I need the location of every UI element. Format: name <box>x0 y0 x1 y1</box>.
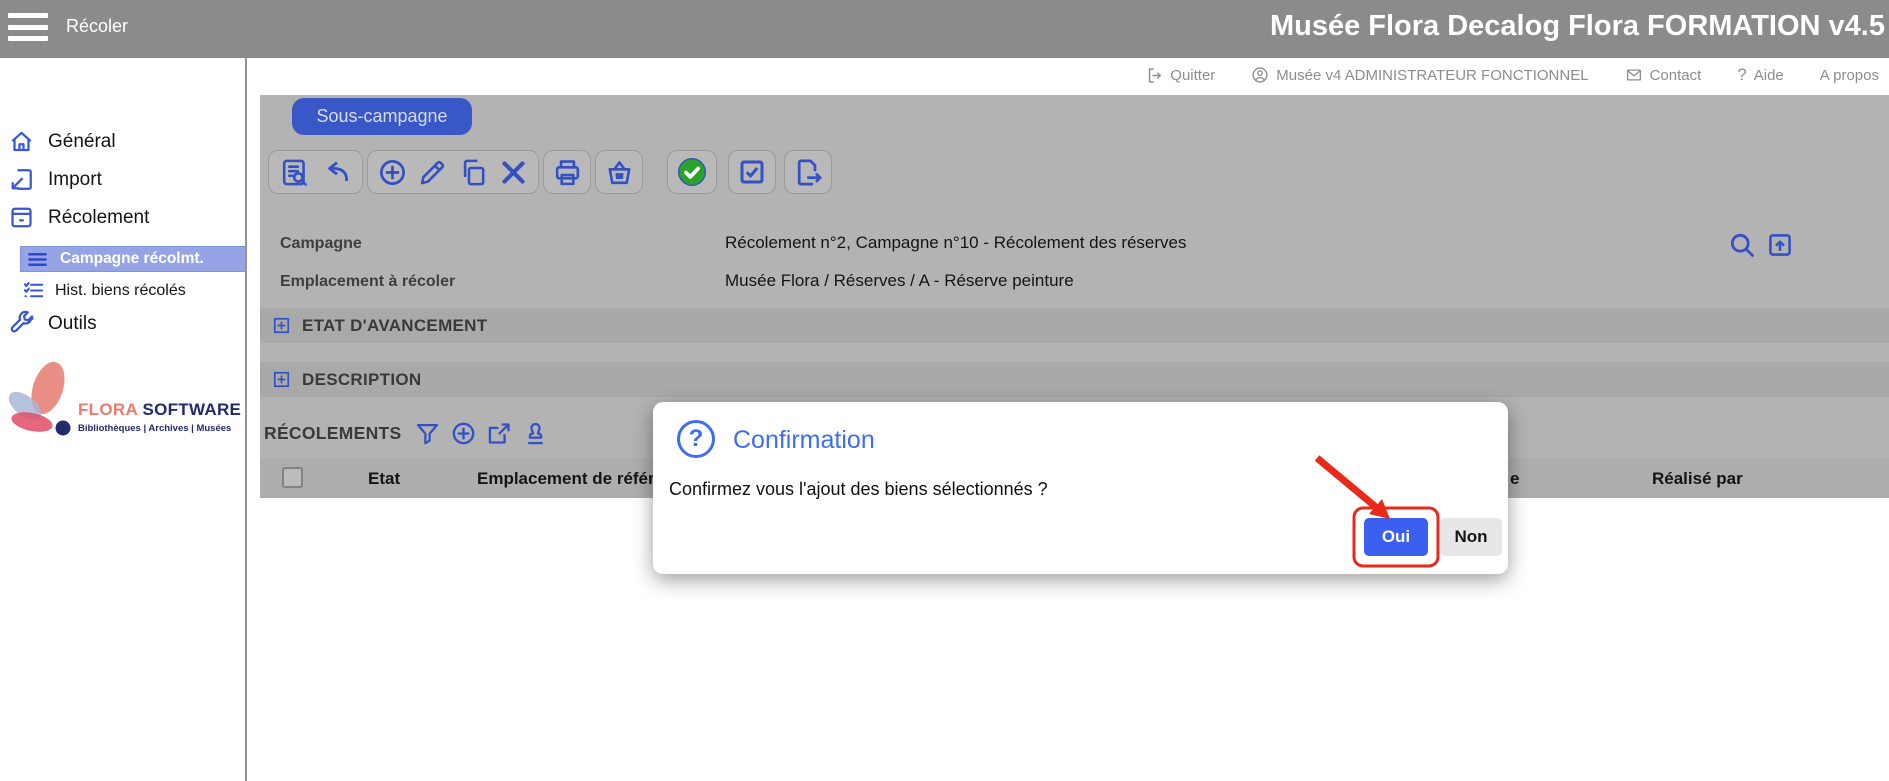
sidebar-item-hist-biens-recoles[interactable]: Hist. biens récolés <box>22 279 186 302</box>
toolbar-group-crud <box>367 150 539 194</box>
flora-flower-icon <box>4 358 82 448</box>
sidebar-item-outils[interactable]: Outils <box>8 310 97 337</box>
external-link-icon[interactable] <box>486 420 513 447</box>
contact-link[interactable]: Contact <box>1625 66 1702 84</box>
campagne-open-window-button[interactable] <box>1766 231 1794 264</box>
open-window-icon <box>1766 231 1794 259</box>
field-label-emplacement: Emplacement à récoler <box>280 273 455 291</box>
expand-plus-icon[interactable] <box>273 317 290 334</box>
print-icon <box>552 157 583 188</box>
dialog-message: Confirmez vous l'ajout des biens sélecti… <box>669 479 1048 500</box>
validate-green-check-icon <box>676 156 708 188</box>
toolbar-button-validate[interactable] <box>667 150 717 194</box>
section-title: ETAT D'AVANCEMENT <box>302 316 487 336</box>
confirmation-dialog: ? Confirmation Confirmez vous l'ajout de… <box>653 402 1508 574</box>
apropos-link[interactable]: A propos <box>1820 67 1879 84</box>
field-value-campagne: Récolement n°2, Campagne n°10 - Récoleme… <box>725 233 1187 253</box>
add-circle-icon[interactable] <box>450 420 477 447</box>
toolbar-group-search-undo <box>268 150 363 194</box>
column-header-fragment[interactable]: e <box>1510 469 1519 489</box>
sidebar-item-campagne-recolement[interactable]: Campagne récolmt. <box>20 246 246 272</box>
sidebar-item-label: Général <box>48 131 116 153</box>
list-search-icon[interactable] <box>279 157 310 188</box>
oui-button[interactable]: Oui <box>1364 518 1428 556</box>
section-description[interactable]: DESCRIPTION <box>260 362 1889 397</box>
top-links-bar: Quitter Musée v4 ADMINISTRATEUR FONCTION… <box>250 58 1889 92</box>
field-label-campagne: Campagne <box>280 235 362 253</box>
sidebar-item-label: Outils <box>48 313 97 335</box>
add-circle-icon[interactable] <box>377 157 408 188</box>
copy-icon[interactable] <box>458 157 489 188</box>
undo-icon[interactable] <box>321 157 352 188</box>
campagne-search-button[interactable] <box>1728 231 1756 264</box>
application-window: Récoler Musée Flora Decalog Flora FORMAT… <box>0 0 1889 781</box>
current-module-label: Récoler <box>66 16 128 37</box>
toolbar-button-checkbox[interactable] <box>728 150 776 194</box>
logo-brand-flora: FLORA <box>78 400 137 419</box>
apropos-label: A propos <box>1820 67 1879 84</box>
toolbar-button-basket[interactable] <box>595 150 643 194</box>
home-icon <box>8 128 35 155</box>
user-icon <box>1251 66 1269 84</box>
recolements-header: RÉCOLEMENTS <box>264 420 549 447</box>
sidebar-item-label: Import <box>48 169 102 191</box>
aide-link[interactable]: ? Aide <box>1737 65 1784 85</box>
edit-pencil-icon[interactable] <box>417 157 448 188</box>
tab-sous-campagne[interactable]: Sous-campagne <box>292 98 472 135</box>
archive-box-icon <box>8 204 35 231</box>
quitter-label: Quitter <box>1170 67 1215 84</box>
field-value-emplacement: Musée Flora / Réserves / A - Réserve pei… <box>725 271 1074 291</box>
filter-icon[interactable] <box>414 420 441 447</box>
delete-x-icon[interactable] <box>498 157 529 188</box>
sidebar-item-general[interactable]: Général <box>8 128 116 155</box>
toolbar-button-print[interactable] <box>543 150 591 194</box>
logo-brand-software: SOFTWARE <box>142 400 241 419</box>
column-header-etat[interactable]: Etat <box>368 469 400 489</box>
logo-wordmark: FLORA SOFTWARE <box>78 400 241 420</box>
expand-plus-icon[interactable] <box>273 371 290 388</box>
search-icon <box>1728 231 1756 259</box>
flora-software-logo: FLORA SOFTWARE Bibliothèques | Archives … <box>4 356 244 451</box>
section-etat-avancement[interactable]: ETAT D'AVANCEMENT <box>260 308 1889 343</box>
list-icon <box>26 248 49 271</box>
quitter-link[interactable]: Quitter <box>1146 67 1215 84</box>
window-title: Musée Flora Decalog Flora FORMATION v4.5 <box>1270 10 1885 43</box>
aide-label: Aide <box>1754 67 1784 84</box>
recolements-title: RÉCOLEMENTS <box>264 423 401 444</box>
sidebar-item-label: Hist. biens récolés <box>55 282 186 300</box>
import-icon <box>8 166 35 193</box>
envelope-icon <box>1625 66 1643 84</box>
select-all-checkbox[interactable] <box>282 467 303 488</box>
dialog-title: Confirmation <box>733 426 875 455</box>
hamburger-menu-icon[interactable] <box>8 13 48 41</box>
question-mark-icon: ? <box>1737 65 1746 85</box>
export-file-icon <box>793 157 824 188</box>
stamp-icon[interactable] <box>522 420 549 447</box>
section-title: DESCRIPTION <box>302 370 421 390</box>
sidebar-item-label: Récolement <box>48 207 149 229</box>
contact-label: Contact <box>1650 67 1702 84</box>
sidebar: Général Import Récolement Campagne récol… <box>0 58 247 781</box>
user-account-link[interactable]: Musée v4 ADMINISTRATEUR FONCTIONNEL <box>1251 66 1588 84</box>
question-circle-icon: ? <box>677 420 715 458</box>
sidebar-item-recolement[interactable]: Récolement <box>8 204 149 231</box>
basket-icon <box>604 157 635 188</box>
checkbox-check-icon <box>737 157 767 187</box>
logout-icon <box>1146 67 1163 84</box>
app-header: Récoler Musée Flora Decalog Flora FORMAT… <box>0 0 1889 58</box>
non-button[interactable]: Non <box>1440 518 1502 556</box>
checklist-icon <box>22 279 45 302</box>
wrench-icon <box>8 310 35 337</box>
sidebar-item-import[interactable]: Import <box>8 166 102 193</box>
toolbar-button-export[interactable] <box>784 150 832 194</box>
logo-tagline: Bibliothèques | Archives | Musées <box>78 423 231 434</box>
column-header-realise-par[interactable]: Réalisé par <box>1652 469 1743 489</box>
sidebar-item-label: Campagne récolmt. <box>60 250 204 268</box>
user-label: Musée v4 ADMINISTRATEUR FONCTIONNEL <box>1276 67 1588 84</box>
